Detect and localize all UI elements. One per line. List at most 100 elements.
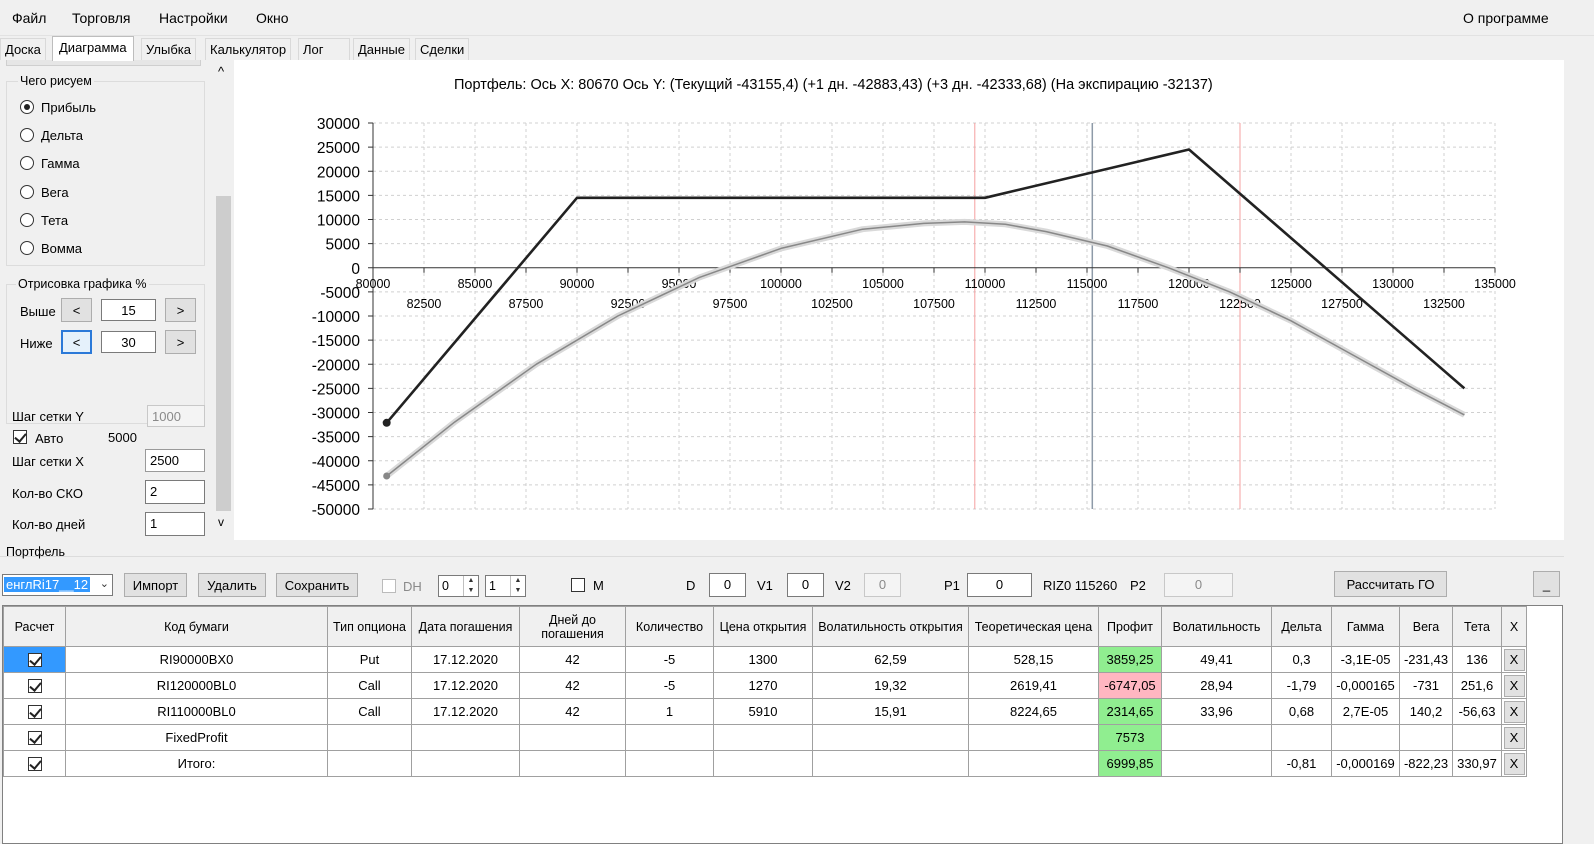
d-field[interactable]: 0 (709, 573, 746, 597)
radio-gamma[interactable]: Гамма (20, 153, 80, 173)
tab-diagram[interactable]: Диаграмма (52, 36, 134, 61)
p1-field[interactable]: 0 (967, 573, 1032, 597)
cell-code: FixedProfit (65, 724, 328, 751)
table-row[interactable]: RI90000BX0 Put 17.12.2020 42 -5 1300 62,59 528,… (3, 646, 1527, 673)
calc-checkbox[interactable] (27, 731, 42, 746)
below-decrease-button[interactable]: < (61, 330, 92, 354)
col-header-theta[interactable]: Тета (1452, 606, 1502, 647)
table-row[interactable]: RI120000BL0 Call 17.12.2020 42 -5 1270 19,32 26… (3, 672, 1527, 699)
radio-vomma-dot[interactable] (20, 241, 34, 255)
radio-theta[interactable]: Тета (20, 210, 68, 230)
radio-vega-dot[interactable] (20, 185, 34, 199)
below-increase-button[interactable]: > (165, 330, 196, 354)
p2-field[interactable]: 0 (1164, 573, 1233, 597)
cell-calc[interactable] (3, 672, 66, 699)
remove-row-button[interactable]: X (1503, 700, 1525, 723)
cell-calc[interactable] (3, 698, 66, 725)
cell-calc[interactable] (3, 646, 66, 673)
col-header-open-price[interactable]: Цена открытия (713, 606, 813, 647)
delete-button[interactable]: Удалить (198, 573, 266, 597)
col-header-vega[interactable]: Вега (1399, 606, 1453, 647)
spin-up-icon[interactable]: ▲ (464, 576, 478, 586)
above-decrease-button[interactable]: < (61, 298, 92, 322)
spin-2-arrows[interactable]: ▲ ▼ (510, 576, 525, 596)
v1-field[interactable]: 0 (787, 573, 824, 597)
col-header-code[interactable]: Код бумаги (65, 606, 328, 647)
auto-checkbox[interactable] (13, 430, 27, 444)
calc-checkbox[interactable] (27, 705, 42, 720)
radio-vomma[interactable]: Вомма (20, 238, 82, 258)
menu-about[interactable]: О программе (1463, 10, 1549, 26)
chevron-down-icon[interactable]: ⌄ (100, 577, 109, 590)
menu-file[interactable]: Файл (12, 10, 46, 26)
scroll-down-arrow-icon[interactable]: v (218, 515, 224, 529)
cell-calc[interactable] (3, 724, 66, 751)
sko-field[interactable]: 2 (145, 480, 205, 504)
col-header-type[interactable]: Тип опциона (327, 606, 412, 647)
above-increase-button[interactable]: > (165, 298, 196, 322)
m-checkbox[interactable] (571, 578, 585, 592)
remove-row-button[interactable]: X (1503, 674, 1525, 697)
above-value-field[interactable]: 15 (101, 299, 156, 321)
scroll-up-arrow-icon[interactable]: ^ (218, 64, 224, 79)
portfolio-combo[interactable]: енглRi17__12 ⌄ (2, 574, 113, 596)
remove-row-button[interactable]: X (1503, 752, 1525, 775)
tab-log[interactable]: Лог (298, 38, 350, 60)
col-header-days[interactable]: Дней до погашения (519, 606, 626, 647)
calc-checkbox[interactable] (27, 757, 42, 772)
radio-theta-dot[interactable] (20, 213, 34, 227)
payoff-chart[interactable]: 30000 25000 20000 15000 10000 5000 0 -5000 -1000… (234, 60, 1564, 540)
radio-profit-dot[interactable] (20, 100, 34, 114)
radio-delta-dot[interactable] (20, 128, 34, 142)
remove-row-button[interactable]: X (1503, 726, 1525, 749)
save-button[interactable]: Сохранить (276, 573, 358, 597)
col-header-calc[interactable]: Расчет (3, 606, 66, 647)
cell-calc[interactable] (3, 750, 66, 777)
menu-settings[interactable]: Настройки (159, 10, 228, 26)
tab-smile[interactable]: Улыбка (141, 38, 196, 60)
col-header-vol[interactable]: Волатильность (1161, 606, 1272, 647)
col-header-delta[interactable]: Дельта (1271, 606, 1332, 647)
spin-1-arrows[interactable]: ▲ ▼ (463, 576, 478, 596)
grid-x-field[interactable]: 2500 (145, 449, 205, 472)
v2-field[interactable]: 0 (864, 573, 901, 597)
spin-up-icon[interactable]: ▲ (511, 576, 525, 586)
dh-spin-1[interactable]: 0 ▲ ▼ (438, 575, 479, 597)
dh-spin-2[interactable]: 1 ▲ ▼ (485, 575, 526, 597)
days-field[interactable]: 1 (145, 512, 205, 536)
calc-checkbox[interactable] (27, 679, 42, 694)
table-row[interactable]: RI110000BL0 Call 17.12.2020 42 1 5910 15,91 822… (3, 698, 1527, 725)
minimize-button[interactable]: _ (1533, 571, 1560, 597)
calc-checkbox[interactable] (27, 653, 42, 668)
radio-profit[interactable]: Прибыль (20, 97, 96, 117)
tab-calculator[interactable]: Калькулятор (205, 38, 292, 60)
menu-trade[interactable]: Торговля (72, 10, 130, 26)
col-header-theo-price[interactable]: Теоретическая цена (968, 606, 1099, 647)
spin-down-icon[interactable]: ▼ (511, 586, 525, 596)
menu-window[interactable]: Окно (256, 10, 289, 26)
radio-vega[interactable]: Вега (20, 182, 69, 202)
tab-deals[interactable]: Сделки (415, 38, 470, 60)
dh-checkbox[interactable] (382, 579, 396, 593)
tab-board[interactable]: Доска (0, 38, 46, 60)
tab-data[interactable]: Данные (353, 38, 410, 60)
col-header-profit[interactable]: Профит (1098, 606, 1162, 647)
table-row[interactable]: FixedProfit 7573 X (3, 724, 1527, 751)
remove-row-button[interactable]: X (1503, 648, 1525, 671)
grid-y-field[interactable]: 1000 (147, 405, 205, 427)
below-value-field[interactable]: 30 (101, 331, 156, 353)
radio-gamma-dot[interactable] (20, 156, 34, 170)
scroll-thumb[interactable] (216, 196, 231, 511)
below-increase-glyph: > (176, 334, 185, 350)
col-header-open-vol[interactable]: Волатильность открытия (812, 606, 969, 647)
col-header-qty[interactable]: Количество (625, 606, 714, 647)
spin-down-icon[interactable]: ▼ (464, 586, 478, 596)
col-header-gamma[interactable]: Гамма (1331, 606, 1400, 647)
radio-delta[interactable]: Дельта (20, 125, 83, 145)
calc-go-button[interactable]: Рассчитать ГО (1334, 571, 1447, 597)
table-row[interactable]: Итого: 6999,85 -0,81 -0,000169 -822,23 330,97… (3, 750, 1527, 777)
col-header-expiry[interactable]: Дата погашения (411, 606, 520, 647)
left-panel-scrollbar[interactable]: ^ v (214, 60, 233, 538)
import-button[interactable]: Импорт (124, 573, 187, 597)
col-header-x[interactable]: X (1501, 606, 1527, 647)
